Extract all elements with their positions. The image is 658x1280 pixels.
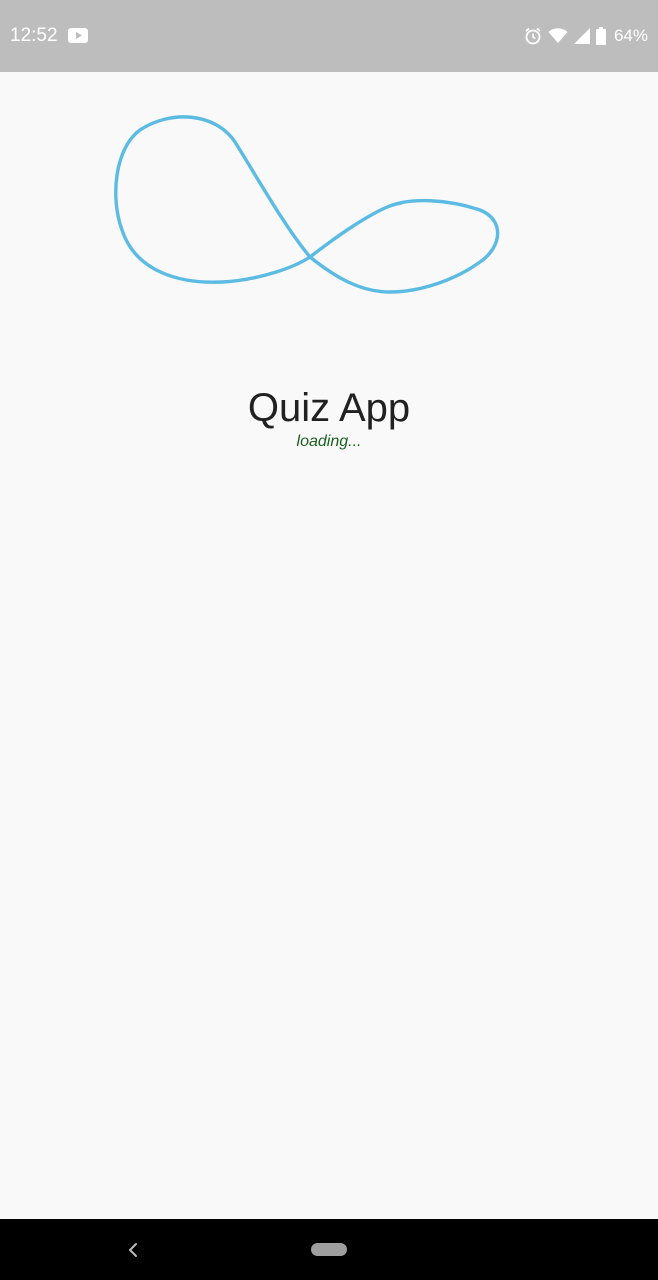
back-icon[interactable] <box>122 1237 144 1263</box>
wifi-icon <box>548 28 568 43</box>
battery-icon <box>595 27 606 45</box>
splash-screen: 12:52 64% Quiz App loading... <box>0 0 658 1280</box>
status-time: 12:52 <box>10 25 58 46</box>
status-bar: 12:52 64% <box>0 0 658 72</box>
status-icons: 64% <box>524 24 648 48</box>
loading-text: loading... <box>296 433 362 450</box>
alarm-icon <box>525 27 541 45</box>
infinity-logo-icon <box>114 115 500 294</box>
youtube-icon <box>68 28 88 43</box>
signal-icon <box>573 28 590 44</box>
battery-percent: 64% <box>613 26 648 45</box>
app-title: Quiz App <box>247 386 411 430</box>
navigation-bar <box>0 1219 658 1280</box>
home-pill-icon[interactable] <box>311 1243 347 1256</box>
